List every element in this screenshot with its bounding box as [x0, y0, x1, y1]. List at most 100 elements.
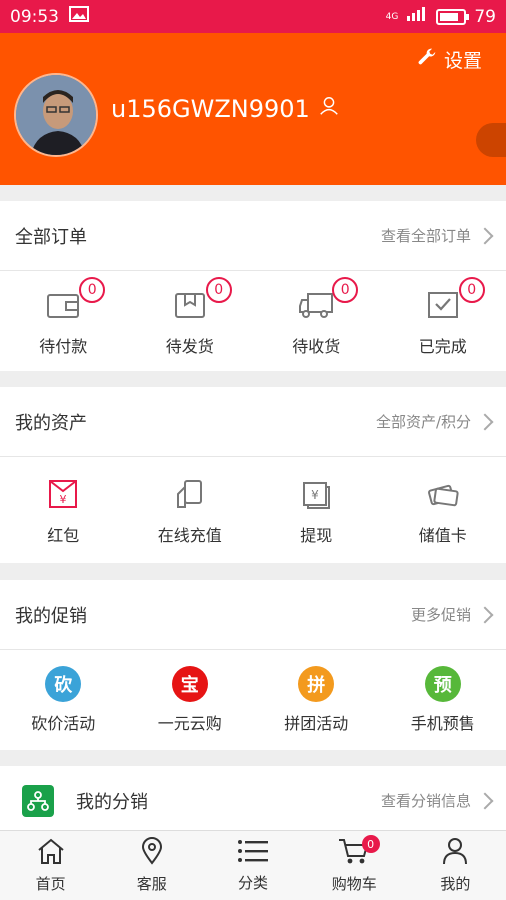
cart-count-badge: 0 [361, 835, 380, 853]
nav-label: 我的 [440, 875, 471, 893]
bottom-nav: 首页 客服 分类 0 购物车 我的 [0, 830, 506, 900]
check-box-icon: 0 [423, 277, 485, 325]
view-all-orders-link[interactable]: 查看全部订单 [380, 225, 494, 246]
settings-button[interactable]: 设置 [416, 46, 482, 73]
nav-cart[interactable]: 0 购物车 [304, 831, 405, 900]
nav-label: 分类 [238, 874, 269, 892]
nav-categories[interactable]: 分类 [202, 831, 303, 900]
stored-value-card-icon [423, 474, 463, 514]
promo-item-label: 手机预售 [410, 714, 475, 733]
promotions-header[interactable]: 我的促销 更多促销 [0, 580, 506, 650]
order-pending-receipt[interactable]: 0 待收货 [253, 271, 380, 371]
order-completed[interactable]: 0 已完成 [380, 271, 506, 371]
more-promotions-label: 更多促销 [410, 606, 471, 624]
promo-item-label: 拼团活动 [284, 714, 349, 733]
pending-payment-badge: 0 [79, 277, 106, 303]
promo-phone-presale[interactable]: 预 手机预售 [380, 650, 506, 750]
battery-icon [436, 8, 470, 25]
distribution-info-link[interactable]: 查看分销信息 [380, 790, 494, 811]
order-item-label: 待付款 [39, 337, 88, 356]
chevron-right-icon [476, 606, 494, 623]
promotions-title: 我的促销 [15, 605, 87, 627]
treasure-icon: 宝 [171, 666, 208, 702]
chevron-right-icon [476, 227, 494, 244]
promo-group-buy[interactable]: 拼 拼团活动 [253, 650, 380, 750]
battery-percent: 79 [474, 6, 496, 27]
wrench-icon [416, 46, 438, 73]
nav-label: 客服 [136, 875, 167, 893]
promo-one-yuan[interactable]: 宝 一元云购 [127, 650, 254, 750]
svg-text:¥: ¥ [60, 493, 67, 506]
distribution-icon [22, 784, 54, 817]
pending-receipt-badge: 0 [332, 277, 359, 303]
nav-customer-service[interactable]: 客服 [101, 831, 202, 900]
nav-label: 首页 [35, 875, 66, 893]
asset-red-packet[interactable]: ¥ 红包 [0, 457, 127, 563]
distribution-info-label: 查看分销信息 [380, 792, 471, 810]
red-envelope-icon: ¥ [43, 474, 83, 514]
avatar[interactable] [14, 73, 98, 157]
status-time: 09:53 [10, 6, 59, 27]
svg-text:¥: ¥ [311, 488, 319, 502]
nav-my[interactable]: 我的 [405, 831, 506, 900]
truck-icon: 0 [296, 277, 359, 325]
asset-item-label: 红包 [47, 526, 80, 545]
asset-stored-value-card[interactable]: 储值卡 [380, 457, 506, 563]
settings-label: 设置 [443, 50, 482, 72]
location-pin-icon [140, 837, 164, 869]
wallet-icon: 0 [43, 277, 106, 325]
order-item-label: 待收货 [292, 337, 341, 356]
all-assets-label: 全部资产/积分 [375, 413, 471, 431]
profile-header: 设置 u156GWZN9901 [0, 33, 506, 185]
pending-shipment-badge: 0 [205, 277, 232, 303]
assets-grid: ¥ 红包 在线充值 ¥ 提现 储值卡 [0, 457, 506, 563]
assets-title: 我的资产 [15, 412, 87, 434]
battery-fill [440, 12, 458, 21]
status-bar: 09:53 4G 79 [0, 0, 506, 33]
order-status-grid: 0 待付款 0 待发货 0 待收货 0 已完成 [0, 271, 506, 371]
recharge-card-icon [170, 474, 210, 514]
chevron-right-icon [476, 792, 494, 809]
distribution-title: 我的分销 [76, 791, 148, 813]
asset-item-label: 在线充值 [157, 526, 222, 545]
network-type: 4G [385, 11, 399, 22]
username: u156GWZN9901 [111, 95, 310, 123]
order-pending-shipment[interactable]: 0 待发货 [127, 271, 254, 371]
promo-item-label: 砍价活动 [31, 714, 96, 733]
nav-home[interactable]: 首页 [0, 831, 101, 900]
user-icon [318, 95, 340, 123]
promotions-section: 我的促销 更多促销 砍 砍价活动 宝 一元云购 拼 拼团活动 预 手机预售 [0, 580, 506, 750]
sign-in-tab[interactable] [476, 123, 506, 157]
person-icon [442, 837, 468, 869]
orders-section: 全部订单 查看全部订单 0 待付款 0 待发货 0 待收货 0 已完成 [0, 201, 506, 371]
asset-withdraw[interactable]: ¥ 提现 [253, 457, 380, 563]
nav-label: 购物车 [331, 875, 377, 893]
distribution-row[interactable]: 我的分销 查看分销信息 [0, 766, 506, 836]
orders-title: 全部订单 [15, 226, 87, 248]
presale-icon: 预 [424, 666, 461, 702]
orders-header[interactable]: 全部订单 查看全部订单 [0, 201, 506, 271]
username-row[interactable]: u156GWZN9901 [111, 95, 340, 123]
cash-withdraw-icon: ¥ [296, 474, 336, 514]
all-assets-link[interactable]: 全部资产/积分 [375, 411, 494, 432]
assets-header[interactable]: 我的资产 全部资产/积分 [0, 387, 506, 457]
list-icon [237, 838, 269, 868]
asset-item-label: 提现 [300, 526, 333, 545]
chevron-right-icon [476, 413, 494, 430]
order-pending-payment[interactable]: 0 待付款 [0, 271, 127, 371]
assets-section: 我的资产 全部资产/积分 ¥ 红包 在线充值 ¥ 提现 储值卡 [0, 387, 506, 563]
bargain-icon: 砍 [45, 666, 82, 702]
view-all-orders-label: 查看全部订单 [380, 227, 471, 245]
asset-online-recharge[interactable]: 在线充值 [127, 457, 254, 563]
more-promotions-link[interactable]: 更多促销 [410, 604, 494, 625]
home-icon [36, 837, 66, 869]
order-item-label: 已完成 [418, 337, 467, 356]
promotions-grid: 砍 砍价活动 宝 一元云购 拼 拼团活动 预 手机预售 [0, 650, 506, 750]
package-icon: 0 [170, 277, 232, 325]
distribution-section: 我的分销 查看分销信息 [0, 766, 506, 836]
promo-bargain[interactable]: 砍 砍价活动 [0, 650, 127, 750]
completed-badge: 0 [458, 277, 485, 303]
signal-icon [406, 6, 428, 27]
image-notification-icon [69, 6, 89, 27]
asset-item-label: 储值卡 [418, 526, 467, 545]
